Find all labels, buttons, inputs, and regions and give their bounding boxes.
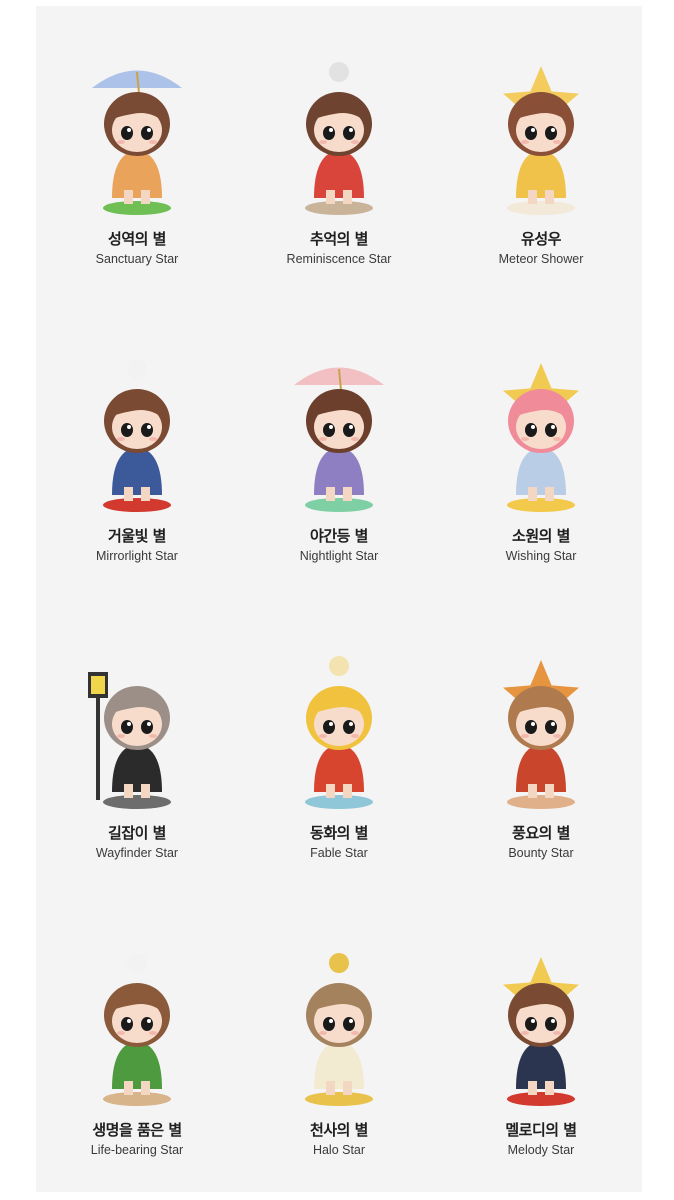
figure-name-korean: 추억의 별 [310,230,368,248]
product-lineup-panel: 성역의 별 Sanctuary Star 추억의 별 Reminiscence Sta… [36,6,642,1192]
figure-card[interactable]: 풍요의 별 Bounty Star [440,600,642,860]
figure-name-english: Mirrorlight Star [96,549,178,563]
figure-card[interactable]: 소원의 별 Wishing Star [440,303,642,563]
figure-card[interactable]: 성역의 별 Sanctuary Star [36,6,238,266]
figure-name-korean: 풍요의 별 [512,824,570,842]
figure-image [305,953,373,1106]
figure-name-korean: 유성우 [521,230,561,248]
figure-name-english: Melody Star [507,1143,575,1157]
figure-card[interactable]: 멜로디의 별 Melody Star [440,897,642,1157]
figure-image [294,367,384,512]
figure-name-english: Meteor Shower [498,252,584,266]
figure-name-korean: 멜로디의 별 [505,1121,577,1139]
figure-name-korean: 동화의 별 [310,824,368,842]
figure-image [88,672,171,809]
figure-card[interactable]: 유성우 Meteor Shower [440,6,642,266]
figure-name-english: Wayfinder Star [95,846,179,860]
figure-name-english: Life-bearing Star [90,1143,184,1157]
figure-image [92,70,182,215]
figure-name-korean: 소원의 별 [512,527,570,545]
figure-name-korean: 거울빛 별 [108,527,166,545]
figure-image [103,359,171,512]
figure-image [503,363,579,512]
figure-name-korean: 성역의 별 [108,230,166,248]
figure-name-english: Wishing Star [505,549,577,563]
figure-image [305,62,373,215]
figure-card[interactable]: 추억의 별 Reminiscence Star [238,6,440,266]
figure-name-korean: 야간등 별 [310,527,368,545]
figure-name-english: Fable Star [310,846,368,860]
figure-name-korean: 생명을 품은 별 [92,1121,182,1139]
figure-name-english: Bounty Star [508,846,574,860]
figure-image [503,66,579,215]
figure-name-korean: 천사의 별 [310,1121,368,1139]
figure-name-korean: 길잡이 별 [108,824,166,842]
figure-card[interactable]: 거울빛 별 Mirrorlight Star [36,303,238,563]
figure-image [503,660,579,809]
figure-image [103,953,171,1106]
figure-card[interactable]: 동화의 별 Fable Star [238,600,440,860]
figure-name-english: Halo Star [312,1143,366,1157]
figure-image [503,957,579,1106]
figure-name-english: Reminiscence Star [286,252,392,266]
figure-name-english: Nightlight Star [299,549,379,563]
figure-name-english: Sanctuary Star [95,252,179,266]
figure-card[interactable]: 길잡이 별 Wayfinder Star [36,600,238,860]
figure-card[interactable]: 천사의 별 Halo Star [238,897,440,1157]
figure-card[interactable]: 야간등 별 Nightlight Star [238,303,440,563]
figure-image [305,656,373,809]
figure-grid: 성역의 별 Sanctuary Star 추억의 별 Reminiscence Sta… [36,6,642,1192]
figure-card[interactable]: 생명을 품은 별 Life-bearing Star [36,897,238,1157]
